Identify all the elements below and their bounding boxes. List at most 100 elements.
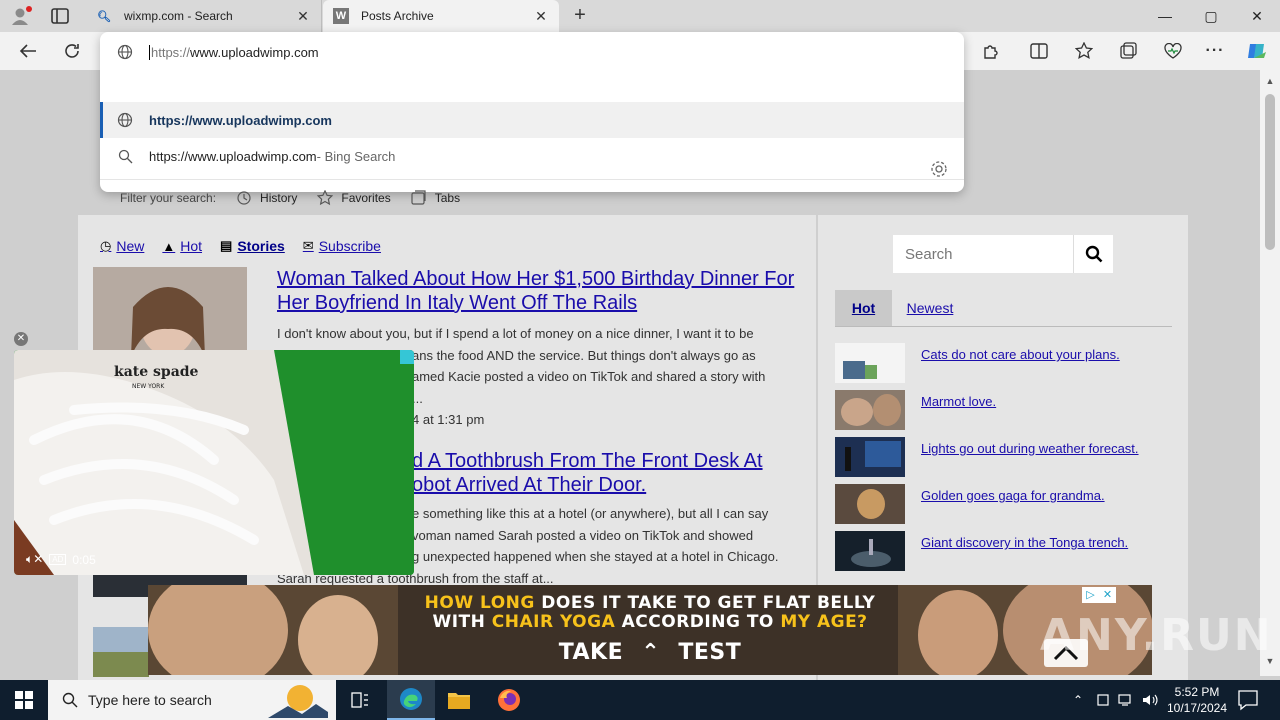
close-tab-icon[interactable]: ✕ [295, 8, 311, 25]
minimize-button[interactable]: — [1142, 0, 1188, 32]
maximize-button[interactable]: ▢ [1188, 0, 1234, 32]
close-ad-icon[interactable]: ✕ [1099, 587, 1116, 603]
sidebar-thumbnail[interactable] [835, 531, 905, 571]
task-view-icon [351, 692, 368, 708]
filter-tabs-label: Tabs [434, 191, 461, 205]
task-view-button[interactable] [336, 680, 384, 720]
search-icon [1085, 245, 1102, 263]
new-tab-button[interactable]: + [570, 5, 590, 27]
collections-button[interactable] [1117, 40, 1139, 62]
banner-ad[interactable]: HOW LONG DOES IT TAKE TO GET FLAT BELLY … [148, 585, 1152, 675]
gear-icon[interactable] [930, 160, 948, 178]
envelope-icon: ✉︎ [302, 238, 314, 253]
sidebar-search-button[interactable] [1073, 235, 1113, 273]
sidebar-link[interactable]: Marmot love. [921, 394, 996, 409]
split-screen-button[interactable] [1028, 40, 1050, 62]
heart-pulse-icon [1164, 43, 1182, 59]
tab-posts-archive[interactable]: W Posts Archive ✕ [323, 0, 559, 32]
close-window-button[interactable]: ✕ [1234, 0, 1280, 32]
banner-cta[interactable]: TAKE ⌃ TEST [148, 640, 1152, 665]
tab-search[interactable]: 🔍︎ wixmp.com - Search ✕ [86, 0, 322, 32]
sidebar-search-input[interactable]: Search [893, 235, 1073, 273]
taskbar-firefox[interactable] [485, 680, 533, 720]
settings-menu-button[interactable]: ··· [1204, 40, 1226, 62]
search-icon: 🔍︎ [97, 10, 111, 23]
filter-stories[interactable]: ▤ Stories [220, 238, 285, 254]
sidebar-link[interactable]: Cats do not care about your plans. [921, 347, 1120, 362]
scrollbar-thumb[interactable] [1265, 94, 1275, 250]
video-controls: 🔈︎✕ AD 0:05 [26, 552, 96, 567]
taskbar-edge[interactable] [387, 680, 435, 720]
taskbar: Type here to search ⌃ 5:52 PM 10/17/2024 [0, 680, 1280, 720]
sidebar-item: Lights go out during weather forecast. [835, 437, 1175, 477]
divider [100, 179, 964, 180]
firefox-icon [498, 689, 520, 711]
sidebar-tabs: Hot Newest [835, 290, 1172, 327]
sidebar-thumbnail[interactable] [835, 343, 905, 383]
extensions-button[interactable] [980, 40, 1002, 62]
close-video-ad-button[interactable]: ✕ [14, 332, 28, 346]
cta-text: TAKE [558, 640, 624, 665]
tray-volume-icon[interactable] [1140, 680, 1160, 720]
page-scrollbar[interactable]: ▲ ▼ [1260, 70, 1280, 676]
video-ad[interactable]: kate spade NEW YORK 🔈︎✕ AD 0:05 [14, 350, 414, 575]
sidebar-thumbnail[interactable] [835, 390, 905, 430]
mute-icon[interactable]: 🔈︎✕ [26, 552, 43, 567]
tab-hot[interactable]: Hot [835, 290, 892, 326]
address-value: www.uploadwimp.com [190, 44, 319, 60]
start-button[interactable] [0, 680, 48, 720]
title-line: d A Toothbrush From The Front Desk At [412, 450, 763, 472]
sidebar-link[interactable]: Giant discovery in the Tonga trench. [921, 535, 1128, 550]
tray-overflow-button[interactable]: ⌃ [1068, 680, 1088, 720]
tray-device-icon[interactable] [1093, 680, 1113, 720]
address-bar[interactable]: https:// www.uploadwimp.com [100, 34, 964, 70]
chevron-up-icon: ⌃ [1072, 693, 1084, 707]
star-icon [1075, 42, 1093, 59]
filter-hot-label: Hot [180, 238, 203, 254]
taskbar-search-input[interactable]: Type here to search [48, 680, 336, 720]
folder-icon [448, 693, 470, 709]
tray-network-icon[interactable] [1116, 680, 1136, 720]
taskbar-file-explorer[interactable] [435, 680, 483, 720]
sidebar-link[interactable]: Golden goes gaga for grandma. [921, 488, 1105, 503]
close-tab-icon[interactable]: ✕ [533, 8, 549, 25]
sidebar-item: Cats do not care about your plans. [835, 343, 1175, 383]
sidebar-item: Golden goes gaga for grandma. [835, 484, 1175, 524]
adchoices-icon[interactable]: ▷ [1082, 587, 1099, 603]
suggestion-url[interactable]: https://www.uploadwimp.com [100, 102, 964, 138]
sidebar-thumbnail[interactable] [835, 437, 905, 477]
taskbar-clock[interactable]: 5:52 PM 10/17/2024 [1162, 684, 1232, 716]
scroll-up-arrow-icon[interactable]: ▲ [1265, 76, 1275, 86]
profile-icon[interactable] [10, 6, 32, 26]
adchoices-icon[interactable] [400, 350, 414, 364]
copilot-button[interactable] [1246, 40, 1268, 62]
refresh-button[interactable] [61, 40, 83, 62]
back-button[interactable] [17, 40, 39, 62]
filter-subscribe[interactable]: ✉︎ Subscribe [303, 238, 381, 254]
more-dots-icon: ··· [1205, 42, 1225, 59]
notification-icon[interactable] [1234, 688, 1262, 712]
filter-hot[interactable]: ▲ Hot [162, 238, 202, 254]
filter-history[interactable]: History [236, 190, 297, 206]
filter-favorites[interactable]: Favorites [317, 190, 391, 206]
post-thumbnail[interactable] [93, 627, 149, 677]
history-icon [237, 191, 251, 205]
banner-text: WITH [432, 612, 492, 632]
globe-icon [116, 111, 134, 129]
video-frame: kate spade NEW YORK [14, 350, 414, 575]
flame-icon: ▲ [162, 238, 176, 254]
browser-essentials-button[interactable] [1162, 40, 1184, 62]
tab-label: Posts Archive [361, 9, 434, 23]
suggestion-bing-search[interactable]: https://www.uploadwimp.com - Bing Search [100, 138, 964, 174]
edge-icon [400, 688, 422, 710]
search-icon [116, 147, 134, 165]
tab-newest[interactable]: Newest [897, 290, 963, 326]
sidebar-thumbnail[interactable] [835, 484, 905, 524]
tab-actions-icon[interactable] [50, 7, 70, 25]
post-filters: ◷︎ New ▲ Hot ▤ Stories ✉︎ Subscribe [100, 238, 399, 254]
filter-new[interactable]: ◷︎ New [100, 238, 144, 254]
favorites-button[interactable] [1073, 40, 1095, 62]
filter-tabs[interactable]: Tabs [411, 190, 460, 206]
post-title-link[interactable]: Woman Talked About How Her $1,500 Birthd… [277, 267, 797, 315]
sidebar-link[interactable]: Lights go out during weather forecast. [921, 441, 1139, 456]
